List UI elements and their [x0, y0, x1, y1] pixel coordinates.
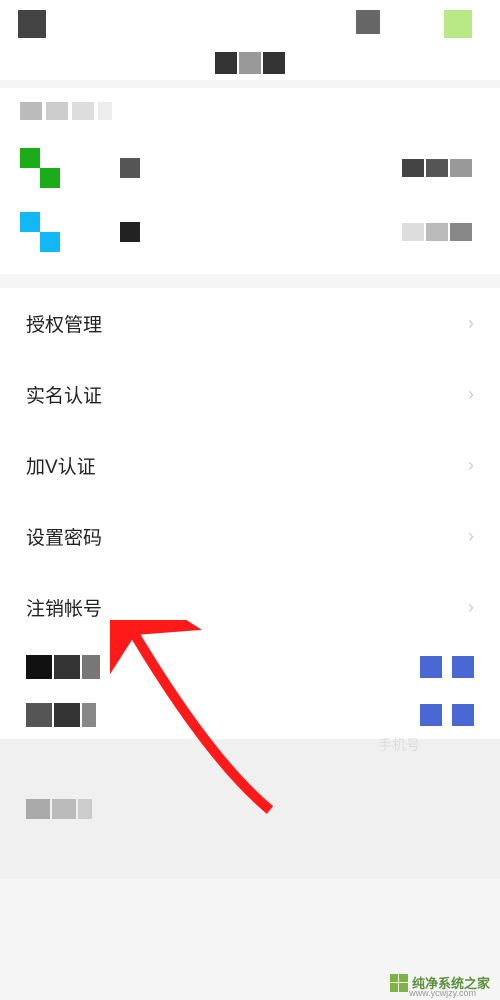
header-censored-block [356, 10, 380, 34]
chevron-right-icon: › [468, 384, 474, 405]
section-label-censored [0, 88, 500, 126]
censored-row-1[interactable] [0, 643, 500, 691]
censored-label [120, 158, 140, 178]
watermark: 纯净系统之家 www.ycwjzy.com [390, 973, 490, 992]
menu-label: 设置密码 [26, 523, 102, 550]
lower-area: 手机号 [0, 739, 500, 879]
v-certification-item[interactable]: 加V认证 › [0, 430, 500, 501]
toggle-icon[interactable] [420, 656, 474, 678]
wechat-binding-row[interactable] [0, 136, 500, 200]
menu-label: 加V认证 [26, 452, 96, 479]
realname-verification-item[interactable]: 实名认证 › [0, 359, 500, 430]
censored-label [26, 655, 100, 679]
chevron-right-icon: › [468, 455, 474, 476]
censored-row-2[interactable] [0, 691, 500, 739]
header-bar [0, 0, 500, 80]
censored-status [402, 159, 472, 177]
chevron-right-icon: › [468, 313, 474, 334]
back-icon[interactable] [18, 10, 46, 38]
qq-binding-row[interactable] [0, 200, 500, 264]
header-accent-block [444, 10, 472, 38]
third-party-section [0, 126, 500, 274]
watermark-url: www.ycwjzy.com [409, 988, 476, 998]
watermark-logo-icon [390, 974, 408, 992]
toggle-icon[interactable] [420, 704, 474, 726]
authorize-management-item[interactable]: 授权管理 › [0, 288, 500, 359]
censored-status [402, 223, 472, 241]
bottom-section [0, 643, 500, 739]
censored-block [26, 799, 474, 819]
menu-label: 实名认证 [26, 381, 102, 408]
chevron-right-icon: › [468, 526, 474, 547]
chevron-right-icon: › [468, 597, 474, 618]
censored-label [26, 703, 96, 727]
menu-label: 注销帐号 [26, 594, 102, 621]
deactivate-account-item[interactable]: 注销帐号 › [0, 572, 500, 643]
menu-label: 授权管理 [26, 310, 102, 337]
header-title-censored [215, 52, 285, 74]
settings-menu-list: 授权管理 › 实名认证 › 加V认证 › 设置密码 › 注销帐号 › [0, 288, 500, 643]
wechat-icon [20, 148, 60, 188]
phone-hint-text: 手机号 [378, 735, 420, 755]
censored-label [120, 222, 140, 242]
set-password-item[interactable]: 设置密码 › [0, 501, 500, 572]
qq-icon [20, 212, 60, 252]
